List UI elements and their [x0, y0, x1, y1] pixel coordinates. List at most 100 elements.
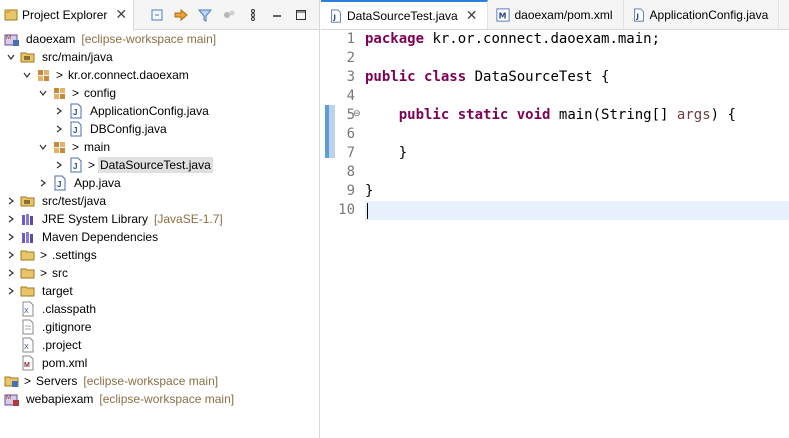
tree-item-daoexam[interactable]: M daoexam [eclipse-workspace main]	[4, 30, 216, 48]
line-number-gutter: 1 2 3 4 5 ⊖ 6 7 8 9 10	[321, 30, 365, 438]
svg-text:X: X	[24, 308, 29, 315]
editor-tab-bar: J DataSourceTest.java ✕ M daoexam/pom.xm…	[321, 0, 789, 30]
code-editor[interactable]: 1 2 3 4 5 ⊖ 6 7 8 9 10 package kr.or.con…	[321, 30, 789, 438]
tree-item-package-main[interactable]: > main	[38, 138, 112, 156]
project-explorer-panel: Project Explorer ✕ M daoexam [eclipse-wo…	[0, 0, 320, 438]
minimize-icon[interactable]	[269, 7, 285, 23]
tab-project-explorer[interactable]: Project Explorer ✕	[0, 0, 135, 30]
text-caret	[367, 203, 368, 219]
servers-folder-icon	[4, 373, 20, 389]
package-icon	[52, 139, 68, 155]
tree-item-applicationconfig-java[interactable]: J ApplicationConfig.java	[54, 102, 211, 120]
maven-project-icon: M	[4, 391, 20, 407]
svg-text:M: M	[6, 395, 11, 401]
tab-datasourcetest-java[interactable]: J DataSourceTest.java ✕	[321, 0, 489, 29]
code-line-5: public static void main(String[] args) {	[398, 107, 736, 123]
pom-file-icon: M	[20, 355, 36, 371]
project-tree: M daoexam [eclipse-workspace main] src/m…	[0, 30, 319, 438]
maven-project-icon: M	[4, 31, 20, 47]
tree-item-app-java[interactable]: J App.java	[38, 174, 123, 192]
tree-item-pom-xml[interactable]: M pom.xml	[20, 354, 89, 372]
folder-icon	[20, 283, 36, 299]
project-explorer-icon	[4, 8, 18, 22]
text-file-icon	[20, 319, 36, 335]
chevron-down-icon[interactable]	[38, 138, 48, 156]
svg-text:J: J	[332, 13, 336, 21]
chevron-right-icon[interactable]	[38, 174, 48, 192]
chevron-down-icon[interactable]	[6, 48, 16, 66]
library-icon	[20, 229, 36, 245]
tree-item-settings-folder[interactable]: > .settings	[6, 246, 99, 264]
line-number: 1	[346, 31, 355, 47]
line-number: 9	[346, 183, 355, 199]
tree-item-src-test-java[interactable]: src/test/java	[6, 192, 108, 210]
maximize-icon[interactable]	[293, 7, 309, 23]
chevron-down-icon[interactable]	[22, 66, 32, 84]
chevron-right-icon[interactable]	[54, 102, 64, 120]
svg-text:X: X	[24, 344, 29, 351]
line-number: 4	[346, 88, 355, 104]
tree-item-datasourcetest-java[interactable]: J > DataSourceTest.java	[54, 156, 213, 174]
svg-text:J: J	[635, 12, 639, 20]
tab-applicationconfig-java[interactable]: J ApplicationConfig.java	[623, 0, 780, 29]
java-file-icon: J	[68, 157, 84, 173]
project-explorer-tab-label: Project Explorer	[22, 7, 108, 22]
filter-icon[interactable]	[197, 7, 213, 23]
chevron-right-icon[interactable]	[6, 228, 16, 246]
link-with-editor-icon[interactable]	[173, 7, 189, 23]
chevron-right-icon[interactable]	[6, 282, 16, 300]
tree-item-classpath[interactable]: X .classpath	[20, 300, 98, 318]
tree-item-package-daoexam[interactable]: > kr.or.connect.daoexam	[22, 66, 191, 84]
view-menu-icon[interactable]	[245, 7, 261, 23]
close-icon[interactable]: ✕	[466, 9, 478, 23]
tree-item-package-config[interactable]: > config	[38, 84, 118, 102]
chevron-right-icon[interactable]	[6, 246, 16, 264]
source-folder-icon	[20, 193, 36, 209]
chevron-right-icon[interactable]	[6, 264, 16, 282]
svg-text:J: J	[57, 180, 61, 189]
pom-file-icon: M	[496, 7, 511, 22]
line-number: 6	[346, 126, 355, 142]
java-file-icon: J	[52, 175, 68, 191]
line-number: 7	[346, 145, 355, 161]
code-line-1: package kr.or.connect.daoexam.main;	[365, 31, 661, 47]
collapse-all-icon[interactable]	[149, 7, 165, 23]
chevron-right-icon[interactable]	[6, 210, 16, 228]
tree-item-servers[interactable]: > Servers [eclipse-workspace main]	[4, 372, 218, 390]
fold-marker-icon[interactable]: ⊖	[353, 109, 361, 119]
tree-item-gitignore[interactable]: .gitignore	[20, 318, 93, 336]
xml-file-icon: X	[20, 301, 36, 317]
tree-item-jre-system-library[interactable]: JRE System Library [JavaSE-1.7]	[6, 210, 223, 228]
line-number: 2	[346, 50, 355, 66]
current-line-highlight	[365, 201, 789, 220]
folder-icon	[20, 247, 36, 263]
svg-text:J: J	[73, 108, 77, 117]
tree-item-src-folder[interactable]: > src	[6, 264, 70, 282]
chevron-down-icon[interactable]	[38, 84, 48, 102]
java-file-icon: J	[329, 8, 343, 23]
code-line-9: }	[365, 183, 374, 199]
close-icon[interactable]: ✕	[115, 8, 127, 22]
explorer-toolbar	[149, 7, 319, 23]
tree-item-project-file[interactable]: X .project	[20, 336, 83, 354]
java-file-icon: J	[68, 121, 84, 137]
library-icon	[20, 211, 36, 227]
package-icon	[52, 85, 68, 101]
chevron-right-icon[interactable]	[54, 156, 64, 174]
editor-panel: J DataSourceTest.java ✕ M daoexam/pom.xm…	[321, 0, 789, 438]
java-file-icon: J	[68, 103, 84, 119]
focus-icon[interactable]	[221, 7, 237, 23]
tree-item-target-folder[interactable]: target	[6, 282, 75, 300]
code-text-area[interactable]: package kr.or.connect.daoexam.main; publ…	[365, 30, 789, 438]
tree-item-webapiexam[interactable]: M webapiexam [eclipse-workspace main]	[4, 390, 234, 408]
tree-item-src-main-java[interactable]: src/main/java	[6, 48, 115, 66]
tree-item-maven-dependencies[interactable]: Maven Dependencies	[6, 228, 160, 246]
svg-text:J: J	[73, 126, 77, 135]
tab-pom-xml[interactable]: M daoexam/pom.xml	[488, 0, 624, 29]
code-line-3: public class DataSourceTest {	[365, 69, 610, 85]
chevron-right-icon[interactable]	[54, 120, 64, 138]
xml-file-icon: X	[20, 337, 36, 353]
tree-item-dbconfig-java[interactable]: J DBConfig.java	[54, 120, 169, 138]
svg-text:M: M	[6, 35, 11, 41]
chevron-right-icon[interactable]	[6, 192, 16, 210]
